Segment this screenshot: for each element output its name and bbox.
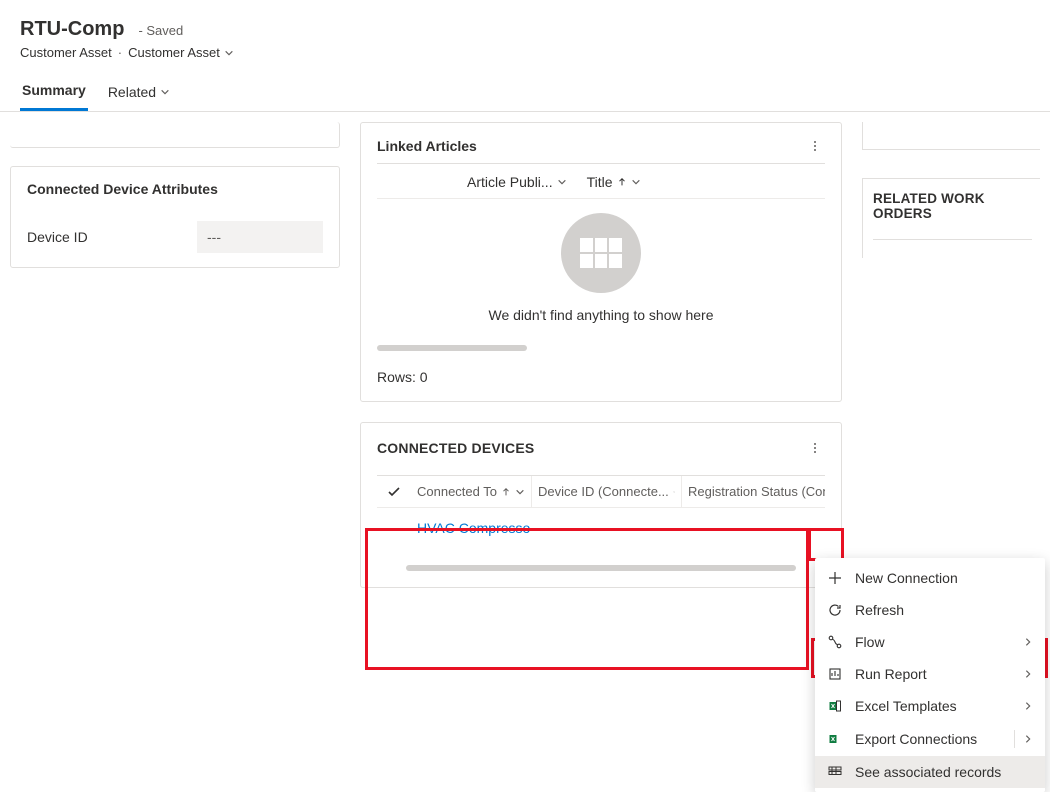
menu-run-report[interactable]: Run Report [815,658,1045,690]
linked-articles-heading: Linked Articles [377,138,477,154]
tab-summary[interactable]: Summary [20,82,88,111]
device-id-label: Device ID [27,229,197,245]
form-header: RTU-Comp - Saved Customer Asset · Custom… [0,0,1050,112]
col-title[interactable]: Title [587,174,641,190]
chevron-down-icon [631,177,641,187]
menu-flow[interactable]: Flow [815,626,1045,658]
linked-articles-empty: We didn't find anything to show here [377,199,825,333]
device-id-value[interactable]: --- [197,221,323,253]
connected-devices-card: CONNECTED DEVICES Connected To Device ID… [360,422,842,588]
entity-breadcrumb: Customer Asset · Customer Asset [20,45,1030,60]
select-all-column[interactable] [377,477,411,507]
device-attributes-heading: Connected Device Attributes [27,181,323,197]
connected-devices-heading: CONNECTED DEVICES [377,440,534,456]
connected-devices-more-button[interactable] [805,439,825,457]
breadcrumb-separator: · [118,45,122,60]
col-device-id[interactable]: Device ID (Connecte... [531,476,681,507]
menu-export-connections[interactable]: Export Connections [815,722,1045,756]
associated-records-icon [827,764,843,780]
form-selector-label: Customer Asset [128,45,220,60]
col-registration-status-label: Registration Status (Connecte... [688,484,825,499]
horizontal-scrollbar[interactable] [377,345,527,351]
chevron-right-icon [1023,637,1033,647]
tab-related-label: Related [108,84,156,100]
chevron-right-icon[interactable] [1014,730,1033,748]
cell-registration-status: --- [681,520,825,536]
connected-device-row[interactable]: HVAC Compressor. --- --- [377,508,825,547]
col-title-label: Title [587,174,613,190]
cell-connected-to[interactable]: HVAC Compressor. [411,520,531,536]
menu-refresh[interactable]: Refresh [815,594,1045,626]
sort-asc-icon [617,177,627,187]
excel-export-icon [827,731,843,747]
device-attributes-card: Connected Device Attributes Device ID --… [10,166,340,268]
cell-device-id: --- [531,520,681,536]
horizontal-scrollbar[interactable] [406,565,796,571]
col-registration-status[interactable]: Registration Status (Connecte... [681,476,825,507]
chevron-down-icon [160,87,170,97]
flow-icon [827,634,843,650]
menu-see-associated-records[interactable]: See associated records [815,756,1045,788]
checkmark-icon [387,485,401,499]
record-title: RTU-Comp [20,18,124,41]
linked-articles-more-button[interactable] [805,137,825,155]
empty-grid-icon [561,213,641,293]
tab-related[interactable]: Related [106,82,172,111]
chevron-down-icon [515,487,525,497]
chevron-down-icon [224,48,234,58]
menu-export-connections-label: Export Connections [855,731,1002,747]
menu-new-connection[interactable]: New Connection [815,562,1045,594]
col-article-public[interactable]: Article Publi... [467,174,567,190]
tab-summary-label: Summary [22,82,86,98]
chevron-down-icon [673,487,675,497]
col-article-label: Article Publi... [467,174,553,190]
left-card-stub [10,122,340,148]
plus-icon [827,570,843,586]
connected-devices-menu: New Connection Refresh Flow Run Report E… [815,558,1045,792]
chevron-right-icon [1023,669,1033,679]
col-connected-to[interactable]: Connected To [411,476,531,507]
form-selector[interactable]: Customer Asset [128,45,234,60]
save-status: - Saved [138,23,183,38]
menu-refresh-label: Refresh [855,602,1033,618]
tab-bar: Summary Related [20,82,1030,111]
menu-flow-label: Flow [855,634,1011,650]
rows-count: Rows: 0 [377,369,825,385]
menu-see-associated-label: See associated records [855,764,1033,780]
sort-asc-icon [501,487,511,497]
refresh-icon [827,602,843,618]
menu-excel-templates-label: Excel Templates [855,698,1011,714]
excel-templates-icon [827,698,843,714]
col-device-id-label: Device ID (Connecte... [538,484,669,499]
menu-new-connection-label: New Connection [855,570,1033,586]
right-card-stub [862,122,1040,150]
linked-articles-card: Linked Articles Article Publi... Title [360,122,842,402]
menu-excel-templates[interactable]: Excel Templates [815,690,1045,722]
chevron-right-icon [1023,701,1033,711]
entity-name: Customer Asset [20,45,112,60]
chevron-down-icon [557,177,567,187]
related-work-orders-card: RELATED WORK ORDERS [862,178,1040,258]
related-work-orders-heading: RELATED WORK ORDERS [873,191,1032,221]
empty-state-text: We didn't find anything to show here [489,307,714,323]
col-connected-to-label: Connected To [417,484,497,499]
